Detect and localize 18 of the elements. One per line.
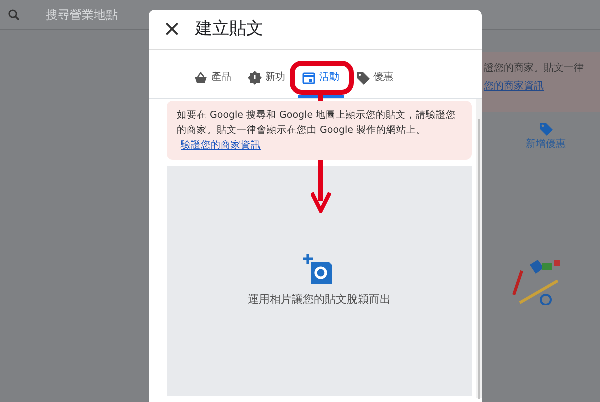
verify-link[interactable]: 驗證您的商家資訊 bbox=[181, 140, 261, 151]
photo-upload-area[interactable]: 運用相片讓您的貼文脫穎而出 bbox=[167, 166, 472, 396]
post-type-tab[interactable]: 優惠 bbox=[352, 58, 398, 98]
search-icon bbox=[8, 8, 20, 20]
highlight-ring bbox=[290, 61, 354, 95]
post-type-tab[interactable]: 產品 bbox=[190, 58, 236, 98]
post-type-tab[interactable]: 活動 bbox=[298, 58, 344, 98]
basket-icon bbox=[194, 70, 208, 84]
banner-text: 證您的商家。貼文一律 bbox=[484, 62, 585, 76]
dialog-title: 建立貼文 bbox=[195, 18, 264, 41]
tag-icon bbox=[356, 70, 370, 84]
scrollbar[interactable] bbox=[476, 99, 482, 398]
photo-caption: 運用相片讓您的貼文脫穎而出 bbox=[248, 292, 391, 308]
post-type-tab[interactable]: 新功 bbox=[244, 58, 290, 98]
notice-text: 如要在 Google 搜尋和 Google 地圖上顯示您的貼文，請驗證您的商家。貼文一律會顯示在您由 Google 製作的網站上。 驗證您的商家資訊 bbox=[177, 110, 456, 151]
tag-icon bbox=[538, 121, 554, 137]
calendar-icon bbox=[302, 70, 316, 84]
badge-icon bbox=[248, 70, 262, 84]
